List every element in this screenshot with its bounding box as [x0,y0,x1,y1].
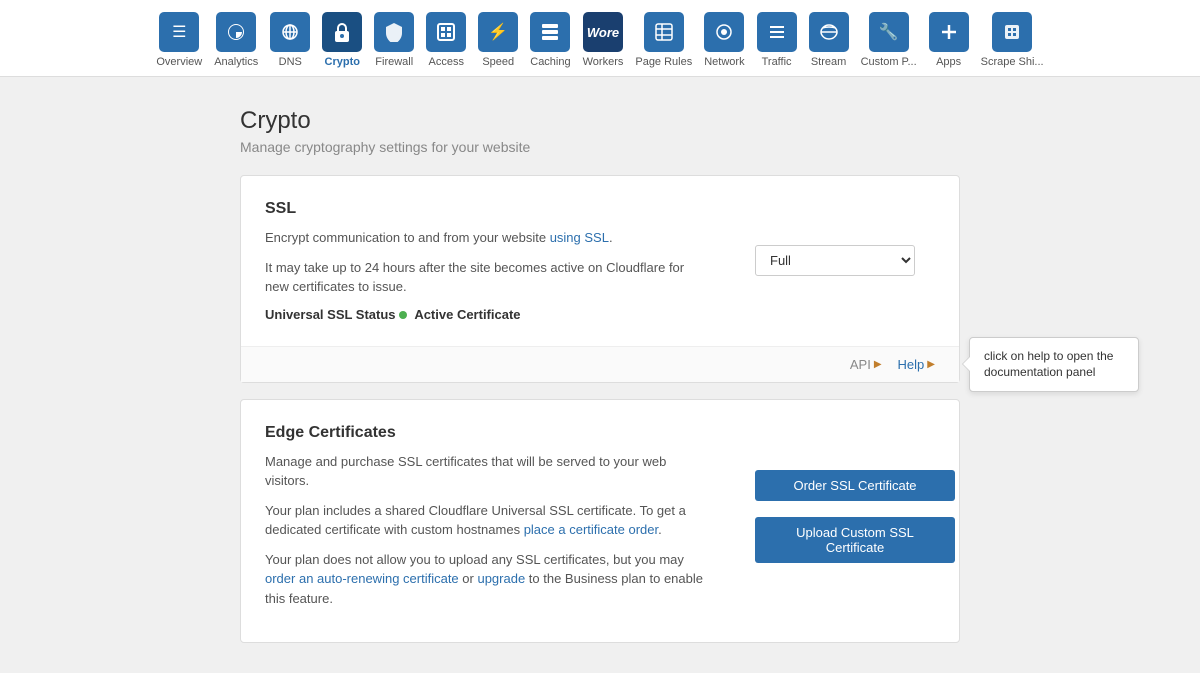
callout-text: click on help to open the documentation … [984,349,1113,380]
ssl-card: SSL Encrypt communication to and from yo… [240,175,960,383]
caching-icon [530,12,570,52]
ssl-status: Universal SSL Status Active Certificate [265,307,705,322]
ssl-status-dot [399,311,407,319]
page-rules-icon [644,12,684,52]
nav-label-custom-pages: Custom P... [861,56,917,68]
nav-label-speed: Speed [482,56,514,68]
custom-pages-icon: 🔧 [869,12,909,52]
nav-label-apps: Apps [936,56,961,68]
nav-item-speed[interactable]: ⚡ Speed [474,12,522,76]
speed-icon: ⚡ [478,12,518,52]
nav-label-traffic: Traffic [762,56,792,68]
firewall-icon [374,12,414,52]
apps-icon [929,12,969,52]
nav-icons: ☰ Overview Analytics DNS [0,0,1200,76]
edge-auto-renew-link[interactable]: order an auto-renewing certificate [265,571,459,586]
edge-cert-left: Edge Certificates Manage and purchase SS… [265,424,735,619]
nav-item-dns[interactable]: DNS [266,12,314,76]
nav-item-crypto[interactable]: Crypto [318,12,366,76]
nav-label-overview: Overview [156,56,202,68]
nav-label-workers: Workers [583,56,624,68]
api-label: API [850,357,871,372]
edge-cert-right: Order SSL Certificate Upload Custom SSL … [735,424,935,619]
scrape-shield-icon [992,12,1032,52]
ssl-card-body: SSL Encrypt communication to and from yo… [241,176,959,346]
edge-cert-card: Edge Certificates Manage and purchase SS… [240,399,960,644]
ssl-text1-prefix: Encrypt communication to and from your w… [265,230,550,245]
ssl-text1: Encrypt communication to and from your w… [265,228,705,248]
dns-icon [270,12,310,52]
edge-cert-title: Edge Certificates [265,424,705,442]
ssl-text1-suffix: . [609,230,613,245]
edge-text3-middle: or [459,571,478,586]
help-label: Help [898,357,925,372]
ssl-help-link[interactable]: Help ▶ [898,357,935,372]
nav-item-workers[interactable]: Wore Workers [579,12,628,76]
ssl-card-footer: API ▶ Help ▶ click on help to open the d… [241,346,959,382]
nav-item-overview[interactable]: ☰ Overview [152,12,206,76]
main-content: Crypto Manage cryptography settings for … [0,77,1200,673]
nav-label-caching: Caching [530,56,570,68]
nav-item-network[interactable]: Network [700,12,748,76]
crypto-icon [322,12,362,52]
ssl-mode-select[interactable]: Full Off Flexible Full (Strict) [755,245,915,276]
edge-cert-card-body: Edge Certificates Manage and purchase SS… [241,400,959,643]
nav-label-stream: Stream [811,56,846,68]
nav-item-traffic[interactable]: Traffic [753,12,801,76]
stream-icon [809,12,849,52]
workers-icon: Wore [583,12,623,52]
access-icon [426,12,466,52]
nav-label-analytics: Analytics [214,56,258,68]
page-subtitle: Manage cryptography settings for your we… [240,139,960,155]
nav-item-access[interactable]: Access [422,12,470,76]
page-title: Crypto [240,107,960,135]
ssl-card-left: SSL Encrypt communication to and from yo… [265,200,735,322]
nav-item-page-rules[interactable]: Page Rules [631,12,696,76]
nav-label-firewall: Firewall [375,56,413,68]
nav-item-custom-pages[interactable]: 🔧 Custom P... [857,12,921,76]
nav-label-crypto: Crypto [325,56,360,68]
api-arrow-icon: ▶ [874,359,882,370]
ssl-title: SSL [265,200,705,218]
edge-cert-text3: Your plan does not allow you to upload a… [265,550,705,609]
help-arrow-icon: ▶ [927,359,935,370]
edge-cert-order-link[interactable]: place a certificate order [524,522,658,537]
nav-label-access: Access [429,56,464,68]
nav-item-apps[interactable]: Apps [925,12,973,76]
ssl-status-text: Active Certificate [414,307,520,322]
ssl-card-right: Full Off Flexible Full (Strict) [735,200,935,322]
help-callout: click on help to open the documentation … [969,337,1139,393]
edge-upgrade-link[interactable]: upgrade [477,571,525,586]
ssl-text2: It may take up to 24 hours after the sit… [265,258,705,297]
traffic-icon [757,12,797,52]
order-ssl-button[interactable]: Order SSL Certificate [755,470,955,501]
nav-label-network: Network [704,56,744,68]
nav-item-caching[interactable]: Caching [526,12,574,76]
edge-text3-prefix: Your plan does not allow you to upload a… [265,552,684,567]
nav-label-scrape-shield: Scrape Shi... [981,56,1044,68]
ssl-status-label: Universal SSL Status [265,307,396,322]
edge-cert-text1: Manage and purchase SSL certificates tha… [265,452,705,491]
nav-item-stream[interactable]: Stream [805,12,853,76]
network-icon [704,12,744,52]
nav-label-page-rules: Page Rules [635,56,692,68]
top-bar: ☰ Overview Analytics DNS [0,0,1200,77]
nav-item-firewall[interactable]: Firewall [370,12,418,76]
analytics-icon [216,12,256,52]
upload-ssl-button[interactable]: Upload Custom SSL Certificate [755,517,955,563]
ssl-api-link[interactable]: API ▶ [850,357,882,372]
nav-label-dns: DNS [279,56,302,68]
edge-text2-suffix: . [658,522,662,537]
ssl-using-link[interactable]: using SSL [550,230,609,245]
nav-item-analytics[interactable]: Analytics [210,12,262,76]
overview-icon: ☰ [159,12,199,52]
nav-item-scrape-shield[interactable]: Scrape Shi... [977,12,1048,76]
edge-cert-text2: Your plan includes a shared Cloudflare U… [265,501,705,540]
